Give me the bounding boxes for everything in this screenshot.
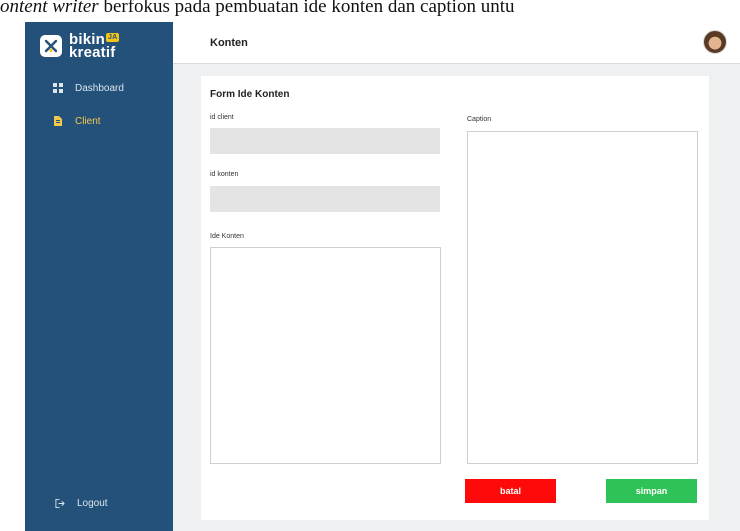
brand-name: bikin JA kreatif xyxy=(69,32,120,61)
caption-text: berfokus pada pembuatan ide konten dan c… xyxy=(98,0,515,17)
batal-button[interactable]: batal xyxy=(465,479,556,503)
id-client-label: id client xyxy=(210,114,234,121)
caption-textarea[interactable] xyxy=(467,131,698,464)
caption-label: Caption xyxy=(467,116,492,123)
top-bar: Konten xyxy=(173,22,740,64)
grid-icon xyxy=(53,83,63,93)
logout-icon xyxy=(55,498,65,508)
id-konten-label: id konten xyxy=(210,171,239,178)
brand-logo[interactable]: bikin JA kreatif xyxy=(40,31,160,61)
brand-line2: kreatif xyxy=(69,44,116,61)
logout-label: Logout xyxy=(77,497,108,509)
sidebar-item-label: Client xyxy=(75,115,101,127)
form-title: Form Ide Konten xyxy=(210,89,290,100)
id-client-input[interactable] xyxy=(210,128,440,154)
form-card: Form Ide Konten id client id konten Ide … xyxy=(201,76,709,520)
ide-konten-label: Ide Konten xyxy=(210,233,244,240)
logout-button[interactable]: Logout xyxy=(55,495,108,511)
sidebar-item-client[interactable]: Client xyxy=(53,113,101,129)
sidebar: bikin JA kreatif Dashboard Client Logout xyxy=(25,22,173,531)
document-icon xyxy=(53,116,63,126)
page-title: Konten xyxy=(210,37,248,49)
brand-badge: JA xyxy=(106,33,120,42)
caption-italic: ontent writer xyxy=(0,0,99,17)
simpan-button[interactable]: simpan xyxy=(606,479,697,503)
app-window: bikin JA kreatif Dashboard Client Logout… xyxy=(25,22,740,531)
id-konten-input[interactable] xyxy=(210,186,440,212)
sidebar-item-label: Dashboard xyxy=(75,82,124,94)
document-caption-line: ontent writer berfokus pada pembuatan id… xyxy=(0,0,740,22)
sidebar-item-dashboard[interactable]: Dashboard xyxy=(53,80,124,96)
ide-konten-textarea[interactable] xyxy=(210,247,441,464)
logo-mark-icon xyxy=(40,35,62,57)
avatar[interactable] xyxy=(703,30,727,54)
